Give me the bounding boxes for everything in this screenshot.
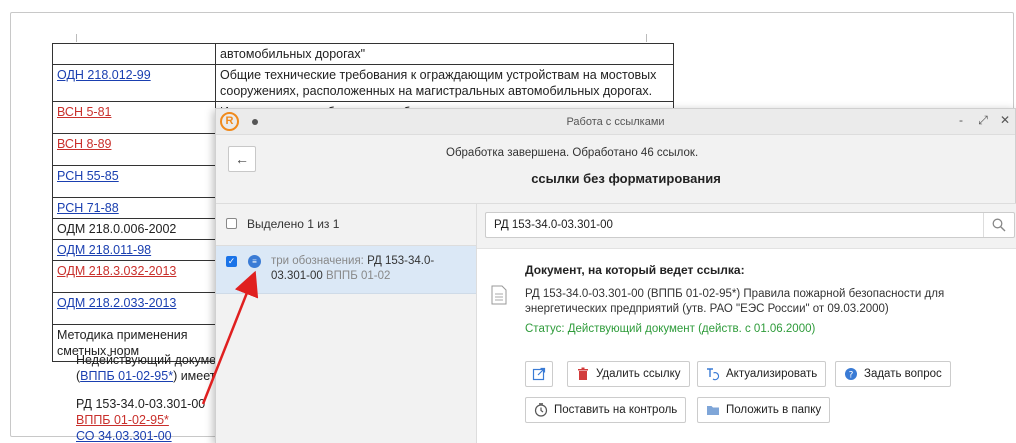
ruler-mark [76, 34, 77, 42]
ruler-mark [646, 34, 647, 42]
doc-link[interactable]: ВСН 5-81 [57, 105, 111, 119]
code-cell: РСН 71-88 [52, 197, 216, 219]
details-panel: Документ, на который ведет ссылка: РД 15… [477, 203, 1016, 443]
doc-link[interactable]: ВППБ 01-02-95* [80, 369, 173, 383]
code-cell: ОДМ 218.2.033-2013 [52, 292, 216, 325]
actualize-button[interactable]: Актуализировать [697, 361, 827, 387]
item-text: три обозначения: РД 153-34.0-03.301-00 В… [271, 254, 446, 284]
document-description: РД 153-34.0-03.301-00 (ВППБ 01-02-95*) П… [525, 288, 945, 315]
code-cell: ВСН 8-89 [52, 133, 216, 166]
doc-link[interactable]: ВППБ 01-02-95* [76, 412, 205, 428]
item-suffix: ВППБ 01-02 [326, 270, 391, 282]
search-box [485, 212, 1015, 238]
code-cell: ОДМ 218.011-98 [52, 239, 216, 261]
doc-link[interactable]: ОДМ 218.3.032-2013 [57, 264, 176, 278]
code-cell: РСН 55-85 [52, 165, 216, 198]
folder-icon [707, 406, 719, 415]
close-button[interactable]: ✕ [997, 113, 1013, 127]
trash-icon [578, 367, 588, 380]
select-all-checkbox[interactable] [226, 218, 237, 229]
status-message: Обработка завершена. Обработано 46 ссыло… [446, 147, 699, 159]
ask-question-label: Задать вопрос [864, 368, 942, 380]
chat-icon: ? [845, 368, 857, 381]
paragraph-line: РД 153-34.0-03.301-00 [76, 397, 206, 411]
table-row: автомобильных дорогах" [52, 43, 674, 65]
clock-icon [534, 403, 548, 417]
selection-row: Выделено 1 из 1 [216, 204, 476, 246]
doc-link[interactable]: РСН 55-85 [57, 169, 119, 183]
doc-link[interactable]: ВСН 8-89 [57, 137, 111, 151]
paragraph-line: Недействующий докуме [76, 353, 217, 367]
document-card: Документ, на который ведет ссылка: РД 15… [477, 248, 1016, 443]
paragraph-text: ) имеет [173, 369, 216, 383]
doc-link[interactable]: ОДМ 218.2.033-2013 [57, 296, 176, 310]
external-link-icon [532, 367, 546, 381]
put-folder-button[interactable]: Положить в папку [697, 397, 831, 423]
dialog-heading: ссылки без форматирования [531, 171, 721, 186]
title-bar: R Работа с ссылками - ⤢ ✕ [216, 109, 1015, 135]
description-cell: Общие технические требования к ограждающ… [215, 64, 674, 102]
code-text: ОДМ 218.0.006-2002 [57, 222, 177, 236]
svg-text:?: ? [849, 371, 854, 381]
actualize-icon [707, 368, 720, 381]
put-folder-label: Положить в папку [726, 404, 822, 416]
set-control-label: Поставить на контроль [554, 404, 678, 416]
document-icon [491, 285, 507, 305]
card-title: Документ, на который ведет ссылка: [525, 263, 745, 277]
document-status: Статус: Действующий документ (действ. с … [525, 323, 816, 335]
document-paragraph: Недействующий докуме (ВППБ 01-02-95*) им… [76, 352, 216, 384]
maximize-button[interactable]: ⤢ [975, 113, 991, 128]
code-cell: ВСН 5-81 [52, 101, 216, 134]
item-checkbox[interactable]: ✓ [226, 256, 237, 267]
code-cell: ОДМ 218.0.006-2002 [52, 218, 216, 240]
code-cell: ОДН 218.012-99 [52, 64, 216, 102]
list-icon: ≡ [248, 255, 261, 268]
doc-link[interactable]: ОДН 218.012-99 [57, 68, 151, 82]
delete-link-label: Удалить ссылку [596, 368, 681, 380]
code-cell: ОДМ 218.3.032-2013 [52, 260, 216, 293]
set-control-button[interactable]: Поставить на контроль [525, 397, 687, 423]
delete-link-button[interactable]: Удалить ссылку [567, 361, 690, 387]
arrow-left-icon: ← [235, 151, 249, 167]
window-title: Работа с ссылками [566, 116, 665, 128]
description-cell: автомобильных дорогах" [215, 43, 674, 65]
table-row: ОДН 218.012-99 Общие технические требован… [52, 64, 674, 102]
code-cell [52, 43, 216, 65]
doc-link[interactable]: ОДМ 218.011-98 [57, 243, 151, 257]
search-icon[interactable] [992, 218, 1006, 232]
document-paragraph: РД 153-34.0-03.301-00 ВППБ 01-02-95* СО … [76, 396, 205, 443]
item-prefix: три обозначения: [271, 255, 364, 267]
back-button[interactable]: ← [228, 146, 256, 172]
selection-count: Выделено 1 из 1 [247, 217, 340, 231]
doc-link[interactable]: РСН 71-88 [57, 201, 119, 215]
list-item[interactable]: ✓ ≡ три обозначения: РД 153-34.0-03.301-… [216, 246, 476, 294]
minimize-button[interactable]: - [953, 113, 969, 127]
doc-link[interactable]: СО 34.03.301-00 [76, 428, 205, 443]
ask-question-button[interactable]: ? Задать вопрос [835, 361, 951, 387]
links-list-panel: Выделено 1 из 1 ✓ ≡ три обозначения: РД … [216, 203, 477, 443]
search-divider [983, 213, 984, 237]
search-input[interactable] [494, 219, 964, 231]
open-document-button[interactable] [525, 361, 553, 387]
actualize-label: Актуализировать [726, 368, 818, 380]
paragraph-line: (ВППБ 01-02-95*) имеет [76, 368, 216, 384]
links-dialog: R Работа с ссылками - ⤢ ✕ ← Обработка за… [215, 108, 1016, 443]
